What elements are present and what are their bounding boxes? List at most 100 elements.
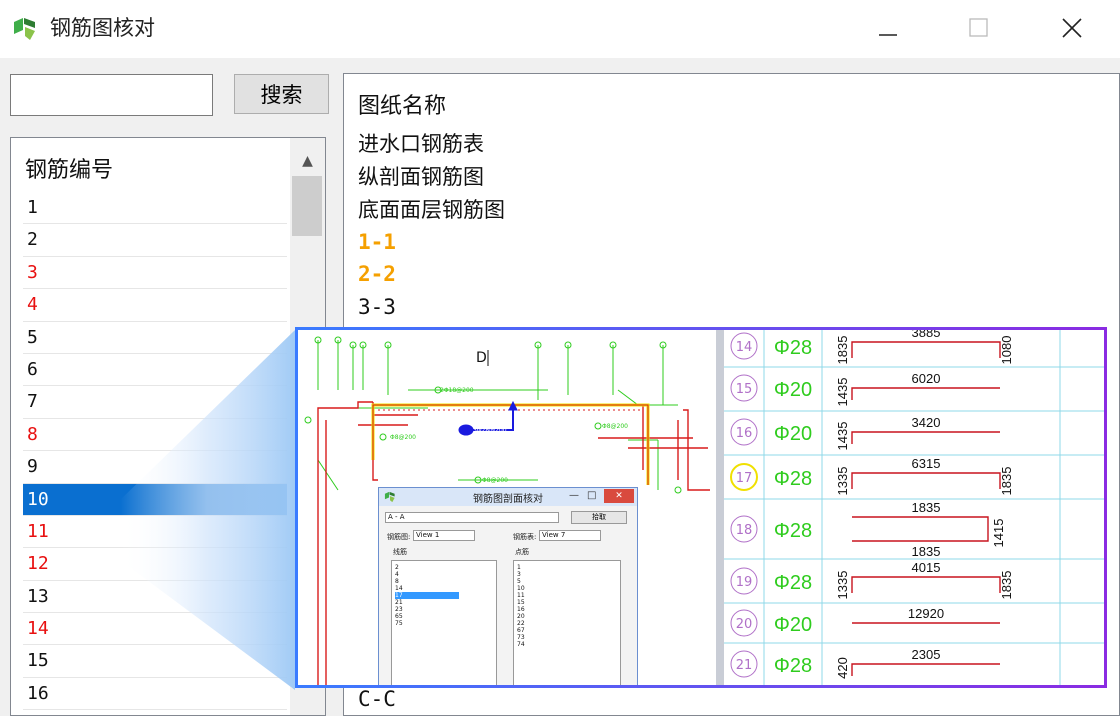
rebar-dimension: 2305: [912, 647, 941, 662]
maximize-button[interactable]: [958, 10, 998, 46]
preview-dialog: 钢筋图剖面核对 — □ ✕ A - A 拾取 钢筋图: View 1 钢筋表: …: [378, 487, 638, 685]
list-item[interactable]: 3-3: [358, 292, 396, 322]
rebar-dimension: 6020: [912, 371, 941, 386]
list-item: 14: [395, 585, 403, 592]
rebar-diameter: Φ28: [774, 337, 812, 359]
list-item[interactable]: C-C: [358, 684, 396, 714]
rebar-number: 18: [736, 523, 753, 538]
list-item: 8: [395, 578, 399, 585]
scroll-thumb[interactable]: [292, 176, 322, 236]
list-item[interactable]: 13: [23, 581, 287, 614]
rebar-number: 17: [736, 471, 753, 486]
rebar-dimension: 1435: [835, 378, 850, 407]
rebar-dimension: 1335: [835, 467, 850, 496]
list-item[interactable]: 4: [23, 289, 287, 322]
list-item: 16: [517, 606, 525, 613]
list-item: 73: [517, 634, 525, 641]
list-item: 20: [517, 613, 525, 620]
rebar-shape: [852, 516, 989, 542]
rebar-dimension: 420: [835, 657, 850, 679]
list-item[interactable]: 11: [23, 516, 287, 549]
rebar-number: 16: [736, 426, 753, 441]
list-item[interactable]: 3: [23, 257, 287, 290]
list-item: 21: [395, 599, 403, 606]
rebar-shape: [851, 472, 1001, 489]
list-item-selected: 17: [395, 592, 459, 599]
list-item[interactable]: 7: [23, 386, 287, 419]
cad-section-mark: D: [476, 350, 487, 366]
list-item[interactable]: 1: [23, 192, 287, 225]
rebar-shape: [851, 387, 1000, 400]
list-item: 10: [517, 585, 525, 592]
list-item: 23: [395, 606, 403, 613]
table-label: 钢筋表:: [513, 533, 537, 541]
list-item[interactable]: 5: [23, 322, 287, 354]
search-input[interactable]: [10, 74, 213, 116]
rebar-diameter: Φ28: [774, 572, 812, 594]
list-item[interactable]: 16: [23, 678, 287, 711]
line-rebar-label: 线筋: [393, 548, 407, 556]
list-item-selected[interactable]: 10: [23, 483, 287, 516]
rebar-dimension: 1835: [912, 500, 941, 515]
dialog-title: 钢筋图剖面核对: [473, 494, 543, 505]
rebar-shape: [851, 576, 1001, 593]
section-select: A - A: [385, 512, 559, 523]
list-item: 3: [517, 571, 521, 578]
cad-label: 3Φ28@200: [473, 427, 507, 434]
search-button[interactable]: 搜索: [234, 74, 329, 114]
minimize-button[interactable]: [868, 10, 908, 46]
list-item[interactable]: 进水口钢筋表: [358, 129, 484, 159]
list-item[interactable]: 2-2: [358, 259, 396, 289]
rebar-dimension: 6315: [912, 456, 941, 471]
maximize-icon: □: [587, 490, 597, 501]
rebar-number: 14: [736, 340, 753, 355]
rebar-list-header: 钢筋编号: [25, 158, 114, 183]
list-item: 5: [517, 578, 521, 585]
rebar-diameter: Φ20: [774, 614, 812, 636]
rebar-table-drawing: 14 Φ28 3885 1835 1080 15 Φ20 6020 1435 16 Φ20 3420 1…: [724, 330, 1104, 685]
rebar-dimension: 1335: [835, 571, 850, 600]
list-item[interactable]: 6: [23, 354, 287, 387]
cad-label: Φ8@200: [482, 477, 508, 484]
list-item[interactable]: 12: [23, 548, 287, 581]
list-item[interactable]: 14: [23, 613, 287, 646]
app-logo-icon: [384, 491, 395, 503]
list-item: 1: [517, 564, 521, 571]
rebar-dimension: 12920: [908, 606, 944, 621]
list-item[interactable]: 纵剖面钢筋图: [358, 162, 484, 192]
drawing-list-header: 图纸名称: [358, 94, 447, 119]
list-item[interactable]: 15: [23, 645, 287, 678]
rebar-number: 15: [736, 382, 753, 397]
rebar-shape: [851, 431, 1000, 444]
list-item: 4: [395, 571, 399, 578]
rebar-diameter: Φ28: [774, 520, 812, 542]
rebar-dimension: 3885: [912, 330, 941, 340]
list-item[interactable]: 9: [23, 451, 287, 484]
rebar-diameter: Φ28: [774, 655, 812, 677]
point-rebar-list: 1 3 5 10 11 15 16 20 22 67 73 74: [513, 560, 621, 685]
close-button[interactable]: [1052, 10, 1092, 46]
scroll-up-arrow-icon[interactable]: ▲: [290, 146, 325, 176]
list-item[interactable]: 底面面层钢筋图: [358, 195, 505, 225]
list-item: 15: [517, 599, 525, 606]
rebar-dimension: 1080: [999, 336, 1014, 365]
close-icon: ✕: [604, 489, 634, 503]
pick-button: 拾取: [571, 511, 627, 524]
rebar-number: 21: [736, 658, 753, 673]
list-item[interactable]: 8: [23, 419, 287, 452]
rebar-number-list[interactable]: 钢筋编号 1 2 3 4 5 6 7 8 9 10 11 12 13 14 15…: [10, 137, 326, 716]
list-item[interactable]: 2: [23, 224, 287, 257]
rebar-dimension: 1835: [999, 467, 1014, 496]
list-item: 75: [395, 620, 403, 627]
rebar-diameter: Φ28: [774, 468, 812, 490]
minimize-icon: —: [569, 490, 579, 501]
rebar-shape: [851, 663, 1000, 676]
rebar-number: 19: [736, 575, 753, 590]
table-select: View 7: [539, 530, 601, 541]
point-rebar-label: 点筋: [515, 548, 529, 556]
rebar-dimension: 1415: [991, 519, 1006, 548]
rebar-number: 20: [736, 617, 753, 632]
list-item[interactable]: 1-1: [358, 227, 396, 257]
list-item: 67: [517, 627, 525, 634]
window-title: 钢筋图核对: [50, 16, 155, 40]
